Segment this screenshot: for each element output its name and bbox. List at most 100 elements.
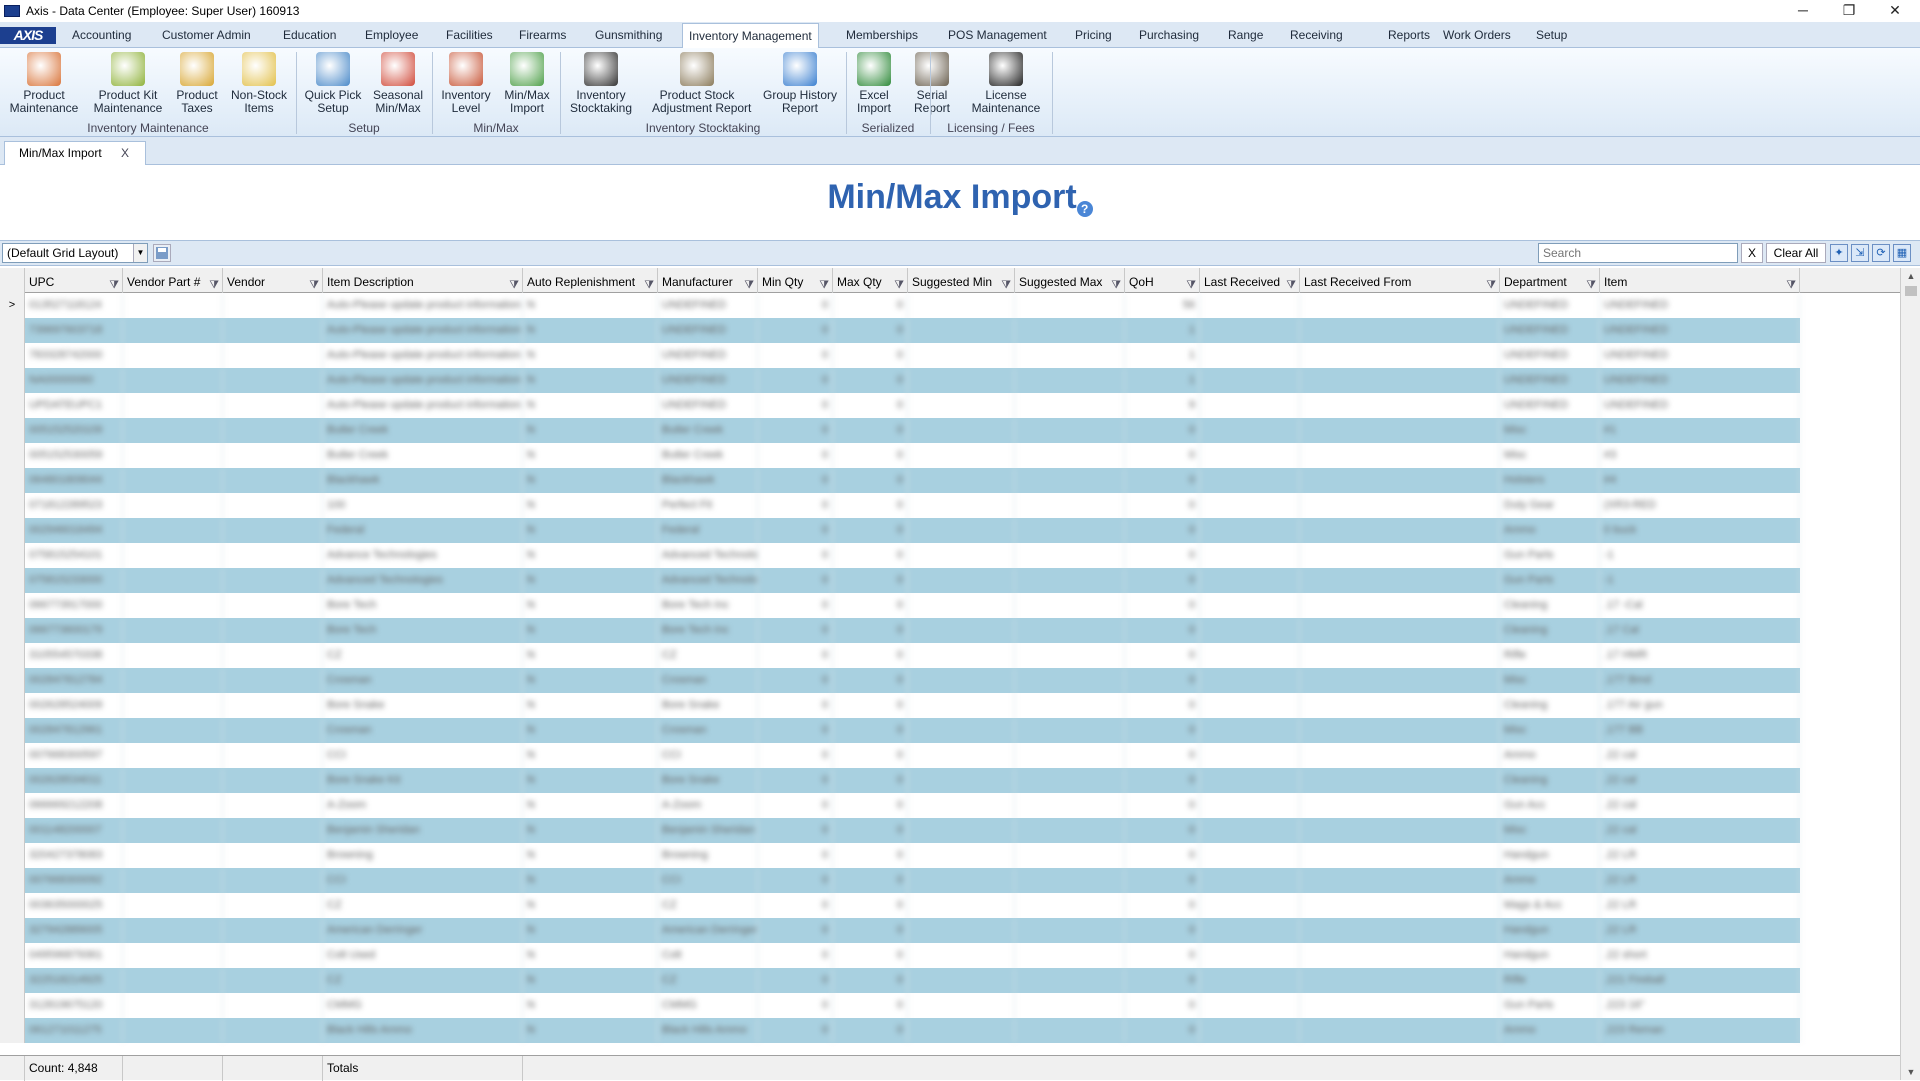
scroll-down-icon[interactable]: ▼: [1901, 1064, 1920, 1080]
column-header-qoh[interactable]: QoH ⧩: [1125, 268, 1200, 293]
row-selector[interactable]: [0, 793, 25, 818]
row-selector[interactable]: [0, 893, 25, 918]
table-row[interactable]: 312819675120 CMMG N CMMG 0 0 0 Gun Parts .223 16…: [25, 993, 1800, 1018]
column-header-max-qty[interactable]: Max Qty ⧩: [833, 268, 908, 293]
filter-icon[interactable]: ⧩: [644, 271, 654, 293]
menu-pos-management[interactable]: POS Management: [948, 22, 1047, 48]
table-row[interactable]: 066669212208 A-Zoom N A-Zoom 0 0 0 Gun Acc .22 c…: [25, 793, 1800, 818]
search-input[interactable]: [1538, 243, 1738, 263]
menu-memberships[interactable]: Memberships: [846, 22, 918, 48]
row-selector[interactable]: [0, 668, 25, 693]
row-selector[interactable]: [0, 843, 25, 868]
row-selector[interactable]: [0, 568, 25, 593]
table-row[interactable]: 783328742000 Auto-Please update product i…: [25, 343, 1800, 368]
column-header-upc[interactable]: UPC ⧩: [25, 268, 123, 293]
row-selector[interactable]: [0, 768, 25, 793]
menu-purchasing[interactable]: Purchasing: [1139, 22, 1199, 48]
row-selector[interactable]: [0, 868, 25, 893]
filter-icon[interactable]: ⧩: [509, 271, 519, 293]
column-header-last-received-from[interactable]: Last Received From ⧩: [1300, 268, 1500, 293]
table-row[interactable]: 002946016494 Federal N Federal 0 0 0 Ammo 0 buck: [25, 518, 1800, 543]
column-chooser-icon[interactable]: ▦: [1893, 244, 1911, 262]
menu-inventory-management[interactable]: Inventory Management: [682, 23, 819, 49]
menu-work-orders[interactable]: Work Orders: [1443, 22, 1511, 48]
menu-range[interactable]: Range: [1228, 22, 1263, 48]
table-row[interactable]: 739697603718 Auto-Please update product i…: [25, 318, 1800, 343]
table-row[interactable]: 075815254101 Advance Technologies N Advance…: [25, 543, 1800, 568]
row-selector[interactable]: [0, 518, 25, 543]
row-selector[interactable]: [0, 1018, 25, 1043]
table-row[interactable]: 002847812784 Crosman N Crosman 0 0 0 Misc .177 B…: [25, 668, 1800, 693]
menu-setup[interactable]: Setup: [1536, 22, 1567, 48]
table-row[interactable]: 002628534011 Bore Snake Kit N Bore Snake 0 0 0…: [25, 768, 1800, 793]
row-selector[interactable]: [0, 818, 25, 843]
scroll-up-icon[interactable]: ▲: [1901, 268, 1920, 284]
table-row[interactable]: 064801809044 Blackhawk N Blackhawk 0 0 0 Holste…: [25, 468, 1800, 493]
menu-accounting[interactable]: Accounting: [72, 22, 131, 48]
refresh-icon[interactable]: ⟳: [1872, 244, 1890, 262]
close-window-button[interactable]: ✕: [1872, 0, 1918, 22]
help-icon[interactable]: ?: [1076, 201, 1093, 217]
row-selector[interactable]: [0, 943, 25, 968]
menu-education[interactable]: Education: [283, 22, 336, 48]
table-row[interactable]: 005152520109 Butler Creek N Butler Creek 0 0 0…: [25, 418, 1800, 443]
restore-button[interactable]: ❐: [1826, 0, 1872, 22]
menu-receiving[interactable]: Receiving: [1290, 22, 1343, 48]
scrollbar-thumb[interactable]: [1905, 286, 1917, 296]
chevron-down-icon[interactable]: ▼: [133, 244, 147, 262]
column-header-last-received[interactable]: Last Received ⧩: [1200, 268, 1300, 293]
table-row[interactable]: 013527118124 Auto-Please update product i…: [25, 293, 1800, 318]
row-selector[interactable]: [0, 918, 25, 943]
filter-icon[interactable]: ⧩: [744, 271, 754, 293]
table-row[interactable]: 071812289523 100 N Perfect Fit 0 0 0 Duty Gear(…: [25, 493, 1800, 518]
vertical-scrollbar[interactable]: ▲ ▼: [1900, 268, 1920, 1080]
column-header-suggested-min[interactable]: Suggested Min ⧩: [908, 268, 1015, 293]
tab-min-max-import[interactable]: Min/Max Import X: [4, 141, 146, 165]
menu-facilities[interactable]: Facilities: [446, 22, 493, 48]
clear-all-button[interactable]: Clear All: [1766, 243, 1826, 263]
row-selector[interactable]: [0, 418, 25, 443]
table-row[interactable]: 320427378083 Browning N Browning 0 0 0 Handgun.…: [25, 843, 1800, 868]
row-selector[interactable]: [0, 318, 25, 343]
table-row[interactable]: 075815233000 Advanced Technologies N Advanc…: [25, 568, 1800, 593]
menu-pricing[interactable]: Pricing: [1075, 22, 1112, 48]
table-row[interactable]: 327942889005 American Derringer N American …: [25, 918, 1800, 943]
menu-firearms[interactable]: Firearms: [519, 22, 566, 48]
table-row[interactable]: 007668300092 CCI N CCI 0 0 0 Ammo .22 LR: [25, 868, 1800, 893]
row-selector[interactable]: [0, 743, 25, 768]
row-selector[interactable]: [0, 543, 25, 568]
row-selector[interactable]: [0, 968, 25, 993]
row-selector[interactable]: [0, 643, 25, 668]
row-selector[interactable]: [0, 493, 25, 518]
search-clear-button[interactable]: X: [1741, 243, 1763, 263]
grid-layout-select[interactable]: (Default Grid Layout) ▼: [2, 243, 148, 263]
table-row[interactable]: 066773917000 Bore Tech N Bore Tech Inc 0 0 0 Cl…: [25, 593, 1800, 618]
menu-reports[interactable]: Reports: [1388, 22, 1430, 48]
table-row[interactable]: 066773600179 Bore Tech N Bore Tech Inc 0 0 0 Cl…: [25, 618, 1800, 643]
export-icon[interactable]: ⇲: [1851, 244, 1869, 262]
row-selector[interactable]: [0, 693, 25, 718]
menu-employee[interactable]: Employee: [365, 22, 418, 48]
product-maintenance-button[interactable]: Product Maintenance: [0, 48, 89, 115]
minimize-button[interactable]: ─: [1780, 0, 1826, 22]
row-selector[interactable]: [0, 468, 25, 493]
save-layout-button[interactable]: [153, 244, 171, 262]
filter-icon[interactable]: ⧩: [209, 271, 219, 293]
table-row[interactable]: 049596879361 Colt Used N Colt 0 0 0 Handgun .22 …: [25, 943, 1800, 968]
license-maintenance-button[interactable]: License Maintenance: [961, 48, 1051, 115]
filter-icon[interactable]: ⧩: [819, 271, 829, 293]
table-row[interactable]: 310554570338 CZ N CZ 0 0 0 Rifle .17 HMR: [25, 643, 1800, 668]
filter-icon[interactable]: ⧩: [1286, 271, 1296, 293]
filter-icon[interactable]: ⧩: [1001, 271, 1011, 293]
menu-customer-admin[interactable]: Customer Admin: [162, 22, 251, 48]
filter-icon[interactable]: ⧩: [109, 271, 119, 293]
filter-icon[interactable]: ⧩: [1486, 271, 1496, 293]
tab-close-button[interactable]: X: [121, 142, 129, 164]
row-selector[interactable]: [0, 343, 25, 368]
product-stock-adjustment-report-button[interactable]: Product Stock Adjustment Report: [652, 48, 751, 115]
row-selector[interactable]: [0, 443, 25, 468]
table-row[interactable]: 061271011275 Black Hills Ammo N Black Hills…: [25, 1018, 1800, 1043]
column-header-item[interactable]: Item ⧩: [1600, 268, 1800, 293]
column-header-auto-replenishment[interactable]: Auto Replenishment ⧩: [523, 268, 658, 293]
column-header-manufacturer[interactable]: Manufacturer ⧩: [658, 268, 758, 293]
